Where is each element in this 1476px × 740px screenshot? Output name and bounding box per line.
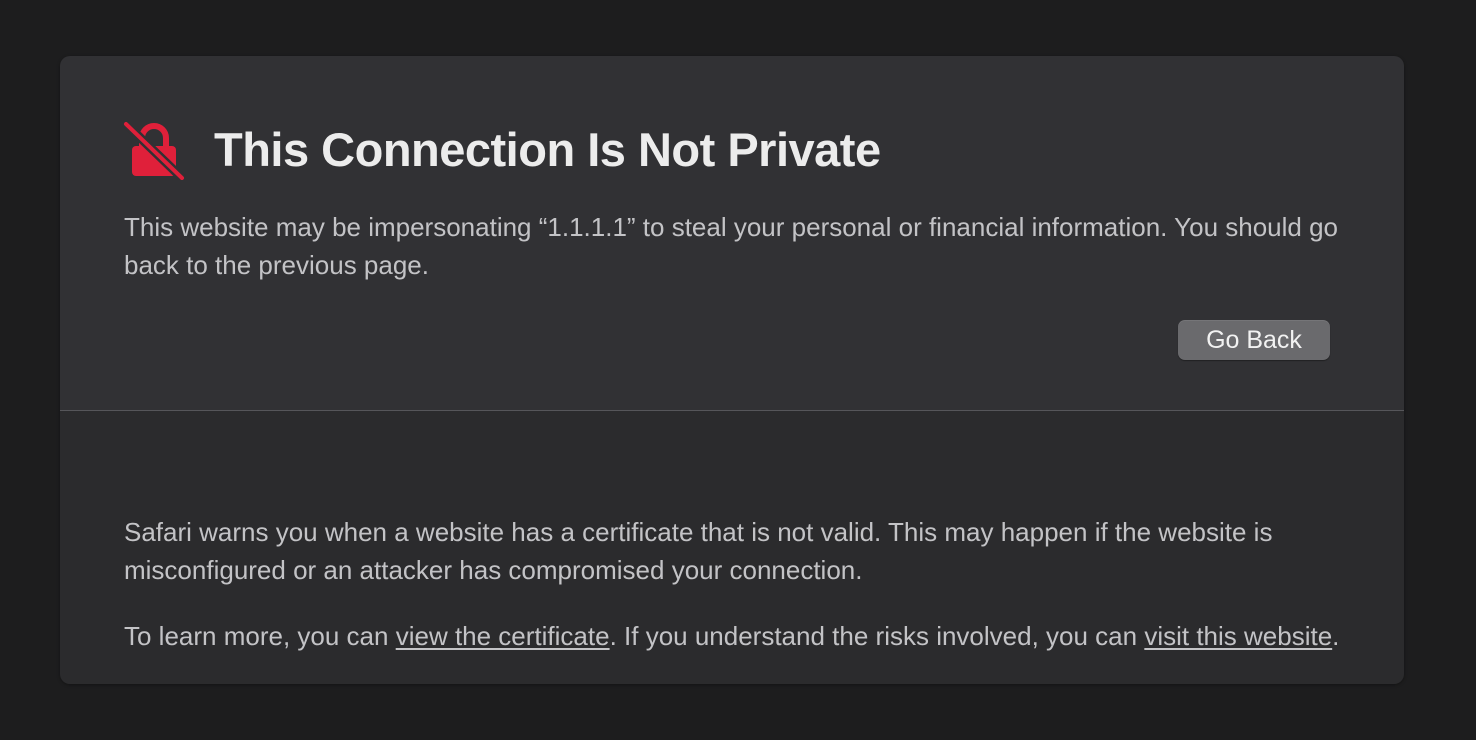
warning-card: This Connection Is Not Private This webs… — [60, 56, 1404, 684]
page-title: This Connection Is Not Private — [214, 123, 881, 176]
learn-more-prefix: To learn more, you can — [124, 621, 396, 651]
details-section: Safari warns you when a website has a ce… — [60, 411, 1404, 684]
lock-broken-icon — [122, 120, 186, 180]
go-back-button[interactable]: Go Back — [1178, 320, 1330, 360]
certificate-explanation: Safari warns you when a website has a ce… — [124, 517, 1273, 585]
learn-more-middle: . If you understand the risks involved, … — [609, 621, 1145, 651]
learn-more-paragraph: To learn more, you can view the certific… — [124, 617, 1350, 655]
learn-more-suffix: . — [1332, 621, 1340, 651]
warning-header-section: This Connection Is Not Private This webs… — [60, 56, 1404, 410]
visit-website-link[interactable]: visit this website — [1144, 621, 1332, 651]
view-certificate-link[interactable]: view the certificate — [396, 621, 610, 651]
warning-message: This website may be impersonating “1.1.1… — [124, 212, 1339, 280]
